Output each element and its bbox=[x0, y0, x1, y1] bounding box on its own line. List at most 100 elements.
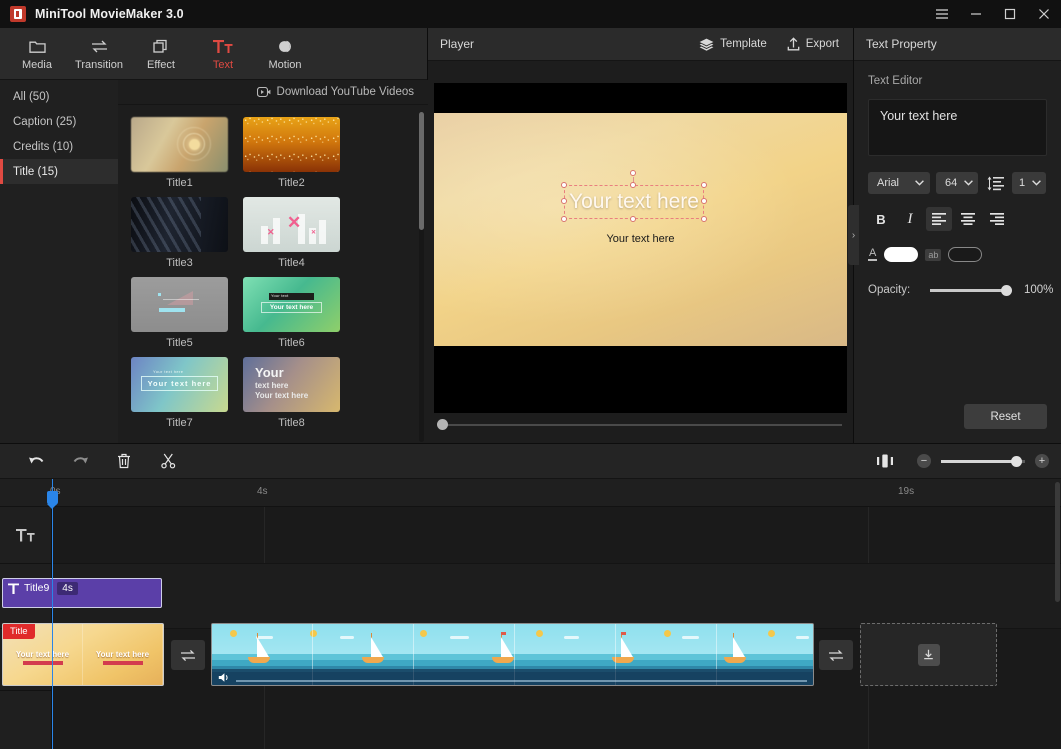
thumb-text-t8-l2: text here bbox=[255, 381, 288, 390]
rotate-handle[interactable] bbox=[630, 170, 636, 176]
text-color-swatch[interactable] bbox=[884, 247, 918, 262]
video-clip[interactable] bbox=[211, 623, 814, 686]
toolbar-item-transition[interactable]: Transition bbox=[68, 30, 130, 78]
seek-bar[interactable] bbox=[434, 418, 847, 432]
clip-preview-text: Your text here bbox=[83, 650, 162, 659]
fit-to-timeline-icon[interactable] bbox=[863, 446, 907, 476]
export-button[interactable]: Export bbox=[787, 37, 839, 51]
close-icon[interactable] bbox=[1027, 0, 1061, 28]
resize-handle-sw[interactable] bbox=[561, 216, 567, 222]
zoom-out-icon[interactable]: − bbox=[917, 454, 931, 468]
clip-audio-strip bbox=[212, 669, 813, 685]
thumbnail-image: Your text here Your text here bbox=[243, 357, 340, 412]
chevron-down-icon bbox=[1032, 180, 1041, 186]
seek-track[interactable] bbox=[444, 424, 842, 426]
preview-canvas[interactable]: Your text here Your text here bbox=[434, 113, 847, 346]
timeline-toolbar: − + bbox=[0, 443, 1061, 479]
reset-button[interactable]: Reset bbox=[964, 404, 1047, 429]
highlight-color-swatch[interactable] bbox=[948, 247, 982, 262]
text-clip-duration: 4s bbox=[57, 582, 78, 595]
panel-collapse-handle[interactable]: › bbox=[848, 205, 859, 265]
timeline-scrollbar[interactable] bbox=[1055, 482, 1060, 602]
line-count-select[interactable]: 1 bbox=[1012, 172, 1046, 194]
thumb-text-t7-main: Your text here bbox=[141, 376, 218, 391]
align-right-button[interactable] bbox=[984, 207, 1010, 231]
scissors-icon[interactable] bbox=[146, 446, 190, 476]
timeline-ruler[interactable]: 0s 4s 19s bbox=[0, 479, 1061, 507]
toolbar-label-transition: Transition bbox=[75, 59, 123, 71]
font-controls-row: Arial 64 1 bbox=[868, 172, 1061, 194]
resize-handle-s[interactable] bbox=[630, 216, 636, 222]
align-center-button[interactable] bbox=[955, 207, 981, 231]
font-size-select[interactable]: 64 bbox=[936, 172, 978, 194]
thumbnail-label: Title4 bbox=[243, 257, 340, 269]
color-controls-row: A ab bbox=[868, 247, 1061, 262]
resize-handle-n[interactable] bbox=[630, 182, 636, 188]
align-left-button[interactable] bbox=[926, 207, 952, 231]
bold-button[interactable]: B bbox=[868, 207, 894, 231]
playhead[interactable] bbox=[52, 479, 53, 749]
toolbar-item-media[interactable]: Media bbox=[6, 30, 68, 78]
library-scrollbar[interactable] bbox=[419, 112, 424, 442]
italic-label: I bbox=[908, 211, 913, 228]
text-editor-input[interactable]: Your text here bbox=[868, 99, 1047, 156]
thumbnail-item[interactable]: ✕ ✕ ✕ Title4 bbox=[243, 197, 340, 269]
template-button[interactable]: Template bbox=[699, 37, 767, 51]
download-youtube-label[interactable]: Download YouTube Videos bbox=[277, 86, 414, 98]
thumbnail-item[interactable]: Your text here Your text here Title7 bbox=[131, 357, 228, 429]
category-item-credits[interactable]: Credits (10) bbox=[0, 134, 118, 159]
thumbnail-item[interactable]: Title5 bbox=[131, 277, 228, 349]
category-item-caption[interactable]: Caption (25) bbox=[0, 109, 118, 134]
thumbnail-item[interactable]: Title2 bbox=[243, 117, 340, 189]
maximize-icon[interactable] bbox=[993, 0, 1027, 28]
text-clip[interactable]: Title9 4s bbox=[2, 578, 162, 608]
hamburger-menu-icon[interactable] bbox=[925, 0, 959, 28]
transition-swap-icon[interactable] bbox=[171, 640, 205, 670]
timeline-zoom-slider[interactable] bbox=[941, 460, 1025, 463]
trash-icon[interactable] bbox=[102, 446, 146, 476]
text-selection-box[interactable]: Your text here bbox=[564, 185, 704, 219]
opacity-slider[interactable] bbox=[930, 289, 1010, 292]
video-track[interactable] bbox=[52, 564, 1061, 629]
opacity-handle[interactable] bbox=[1001, 285, 1012, 296]
resize-handle-ne[interactable] bbox=[701, 182, 707, 188]
thumbnail-item[interactable]: Title1 bbox=[131, 117, 228, 189]
resize-handle-nw[interactable] bbox=[561, 182, 567, 188]
ruler-tick: 4s bbox=[257, 486, 268, 497]
toolbar-item-motion[interactable]: Motion bbox=[254, 30, 316, 78]
toolbar-item-text[interactable]: Text bbox=[192, 30, 254, 78]
category-item-all[interactable]: All (50) bbox=[0, 84, 118, 109]
toolbar-item-effect[interactable]: Effect bbox=[130, 30, 192, 78]
volume-icon[interactable] bbox=[218, 672, 231, 683]
undo-icon[interactable] bbox=[14, 446, 58, 476]
thumbnail-item[interactable]: Your text Your text here Title6 bbox=[243, 277, 340, 349]
font-family-select[interactable]: Arial bbox=[868, 172, 930, 194]
thumbnail-item[interactable]: Your text here Your text here Title8 bbox=[243, 357, 340, 429]
minimize-icon[interactable] bbox=[959, 0, 993, 28]
audio-waveform bbox=[236, 680, 807, 682]
title-clip[interactable]: Your text here Your text here Title bbox=[2, 623, 164, 686]
highlight-color-icon[interactable]: ab bbox=[925, 249, 941, 261]
transition-swap-icon[interactable] bbox=[819, 640, 853, 670]
text-color-icon[interactable]: A bbox=[868, 248, 877, 261]
italic-button[interactable]: I bbox=[897, 207, 923, 231]
thumbnail-image: Your text Your text here bbox=[243, 277, 340, 332]
text-track[interactable] bbox=[52, 507, 1061, 564]
zoom-handle[interactable] bbox=[1011, 456, 1022, 467]
library-scrollbar-thumb[interactable] bbox=[419, 112, 424, 230]
seek-handle[interactable] bbox=[437, 419, 448, 430]
category-item-title[interactable]: Title (15) bbox=[0, 159, 118, 184]
main-toolbar: Media Transition Effect bbox=[0, 28, 427, 80]
line-spacing-icon[interactable] bbox=[984, 172, 1006, 194]
resize-handle-w[interactable] bbox=[561, 198, 567, 204]
resize-handle-se[interactable] bbox=[701, 216, 707, 222]
text-track-icon bbox=[0, 507, 51, 564]
redo-icon[interactable] bbox=[58, 446, 102, 476]
media-drop-zone[interactable] bbox=[860, 623, 997, 686]
thumbnail-image bbox=[131, 117, 228, 172]
thumbnail-image: ✕ ✕ ✕ bbox=[243, 197, 340, 252]
resize-handle-e[interactable] bbox=[701, 198, 707, 204]
playhead-handle[interactable] bbox=[47, 491, 58, 505]
thumbnail-item[interactable]: Title3 bbox=[131, 197, 228, 269]
zoom-in-icon[interactable]: + bbox=[1035, 454, 1049, 468]
